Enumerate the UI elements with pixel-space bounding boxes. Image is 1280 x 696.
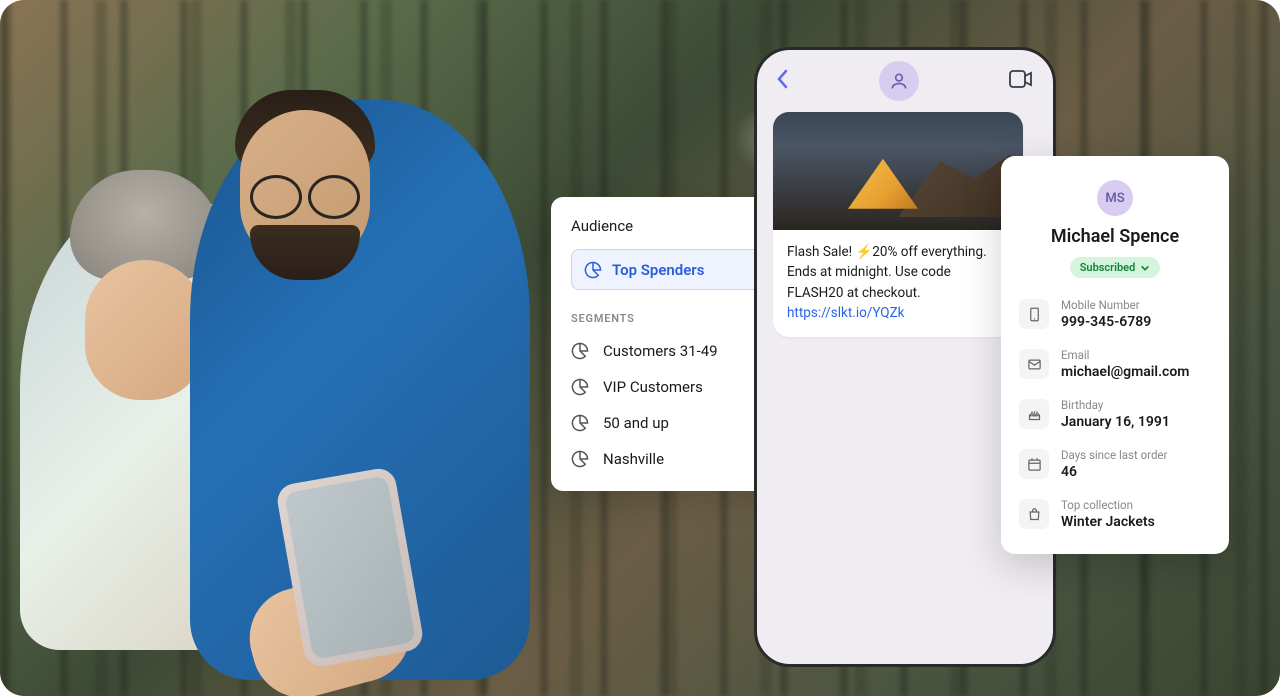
calendar-icon <box>1027 457 1042 472</box>
profile-field-birthday: Birthday January 16, 1991 <box>1019 398 1211 430</box>
profile-field-email: Email michael@gmail.com <box>1019 348 1211 380</box>
field-value: 999-345-6789 <box>1061 314 1151 330</box>
segment-label: 50 and up <box>603 414 669 432</box>
field-label: Mobile Number <box>1061 298 1151 312</box>
segment-label: VIP Customers <box>603 378 703 396</box>
cake-icon <box>1027 407 1042 422</box>
message-image <box>773 112 1023 230</box>
contact-profile-card: MS Michael Spence Subscribed Mobile Numb… <box>1001 156 1229 554</box>
contact-avatar[interactable] <box>879 61 919 101</box>
message-link[interactable]: https://slkt.io/YQZk <box>787 305 905 321</box>
message-text: Flash Sale! ⚡20% off everything. Ends at… <box>773 230 1023 337</box>
field-value: Winter Jackets <box>1061 514 1155 530</box>
profile-field-days: Days since last order 46 <box>1019 448 1211 480</box>
pie-chart-icon <box>571 342 589 360</box>
subscription-badge[interactable]: Subscribed <box>1070 257 1161 278</box>
phone-header <box>757 50 1053 112</box>
field-label: Top collection <box>1061 498 1155 512</box>
lightning-emoji: ⚡ <box>855 244 872 260</box>
pie-chart-icon <box>571 414 589 432</box>
mail-icon <box>1027 357 1042 372</box>
pie-chart-icon <box>571 450 589 468</box>
segment-label: Nashville <box>603 450 664 468</box>
profile-name: Michael Spence <box>1019 226 1211 247</box>
field-label: Birthday <box>1061 398 1170 412</box>
people-illustration <box>0 70 580 696</box>
bag-icon <box>1027 507 1042 522</box>
message-bubble: Flash Sale! ⚡20% off everything. Ends at… <box>773 112 1023 337</box>
video-call-icon[interactable] <box>1009 70 1033 92</box>
person-icon <box>889 71 909 91</box>
field-label: Days since last order <box>1061 448 1167 462</box>
field-value: January 16, 1991 <box>1061 414 1170 430</box>
field-value: 46 <box>1061 464 1167 480</box>
selected-segment-label: Top Spenders <box>612 261 771 279</box>
back-chevron-icon[interactable] <box>777 69 789 94</box>
pie-chart-icon <box>584 261 602 279</box>
segment-label: Customers 31-49 <box>603 342 718 360</box>
field-label: Email <box>1061 348 1189 362</box>
field-value: michael@gmail.com <box>1061 364 1189 380</box>
phone-icon <box>1027 307 1042 322</box>
profile-field-mobile: Mobile Number 999-345-6789 <box>1019 298 1211 330</box>
profile-field-collection: Top collection Winter Jackets <box>1019 498 1211 530</box>
profile-avatar: MS <box>1097 180 1133 216</box>
chevron-down-icon <box>1140 263 1150 273</box>
pie-chart-icon <box>571 378 589 396</box>
